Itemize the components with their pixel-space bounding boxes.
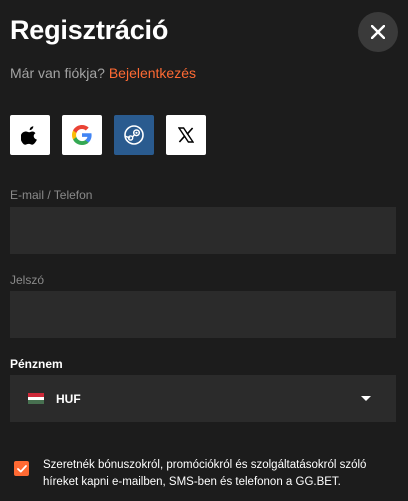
google-login-button[interactable] bbox=[62, 115, 102, 155]
steam-login-button[interactable] bbox=[114, 115, 154, 155]
x-icon bbox=[178, 127, 194, 143]
login-prompt: Már van fiókja? Bejelentkezés bbox=[10, 65, 196, 81]
consent-checkbox[interactable] bbox=[14, 461, 29, 476]
check-icon bbox=[16, 464, 27, 472]
consent-row: Szeretnék bónuszokról, promóciókról és s… bbox=[14, 457, 393, 491]
currency-value: HUF bbox=[56, 391, 81, 406]
close-button[interactable] bbox=[358, 12, 398, 52]
apple-login-button[interactable] bbox=[10, 115, 50, 155]
email-label: E-mail / Telefon bbox=[10, 188, 93, 202]
consent-text: Szeretnék bónuszokról, promóciókról és s… bbox=[43, 459, 367, 488]
currency-select[interactable]: HUF bbox=[10, 375, 396, 422]
email-field[interactable] bbox=[10, 207, 396, 254]
x-login-button[interactable] bbox=[166, 115, 206, 155]
apple-icon bbox=[21, 126, 37, 145]
close-icon bbox=[371, 25, 385, 39]
hungary-flag-icon bbox=[28, 393, 44, 405]
page-title: Regisztráció bbox=[10, 15, 169, 45]
steam-icon bbox=[124, 125, 144, 145]
social-login-row bbox=[10, 115, 206, 155]
password-field[interactable] bbox=[10, 291, 396, 338]
chevron-down-icon bbox=[361, 396, 371, 401]
login-prompt-text: Már van fiókja? bbox=[10, 65, 105, 81]
login-link[interactable]: Bejelentkezés bbox=[109, 65, 196, 81]
currency-label: Pénznem bbox=[10, 357, 63, 371]
password-label: Jelszó bbox=[10, 273, 45, 287]
google-icon bbox=[72, 125, 92, 145]
